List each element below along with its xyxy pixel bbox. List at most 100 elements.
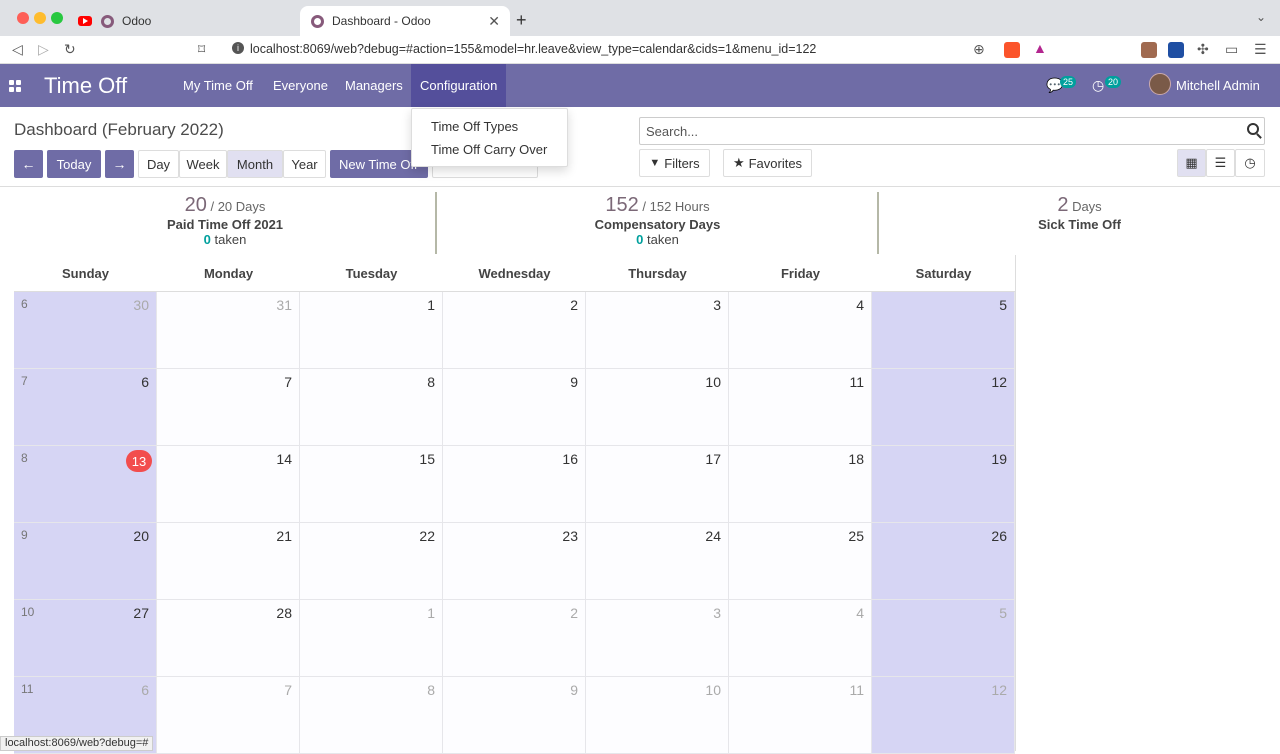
- search-input[interactable]: Search...: [639, 117, 1265, 145]
- calendar-day-cell[interactable]: 10 27: [14, 600, 157, 677]
- calendar-day-cell[interactable]: 26: [872, 523, 1015, 600]
- extension-avatar-icon[interactable]: [1141, 42, 1157, 58]
- wallet-icon[interactable]: ▭: [1225, 41, 1238, 58]
- menu-configuration[interactable]: Configuration: [411, 64, 507, 107]
- calendar-day-cell[interactable]: 5: [872, 600, 1015, 677]
- calendar-day-cell[interactable]: 14: [157, 446, 300, 523]
- calendar-day-cell[interactable]: 8: [300, 677, 443, 754]
- calendar-day-cell[interactable]: 9: [443, 677, 586, 754]
- configuration-dropdown: Time Off Types Time Off Carry Over: [411, 108, 568, 167]
- extension-blue-icon[interactable]: [1168, 42, 1184, 58]
- calendar-day-cell[interactable]: 21: [157, 523, 300, 600]
- view-year-button[interactable]: Year: [283, 150, 326, 178]
- calendar-day-cell[interactable]: 1: [300, 600, 443, 677]
- zoom-icon[interactable]: ⊕: [973, 41, 985, 58]
- calendar-day-cell[interactable]: 4: [729, 600, 872, 677]
- url-input[interactable]: localhost:8069/web?debug=#action=155&mod…: [250, 42, 816, 56]
- calendar-day-cell[interactable]: 5: [872, 292, 1015, 369]
- calendar-day-cell[interactable]: 9 20: [14, 523, 157, 600]
- calendar-day-cell[interactable]: 18: [729, 446, 872, 523]
- forward-icon[interactable]: ▷: [38, 41, 49, 58]
- next-button[interactable]: →: [105, 150, 134, 178]
- calendar-day-cell[interactable]: 7: [157, 677, 300, 754]
- calendar-day-cell[interactable]: 3: [586, 292, 729, 369]
- minimize-window-button[interactable]: [34, 12, 46, 24]
- calendar-day-cell[interactable]: 12: [872, 369, 1015, 446]
- extensions-puzzle-icon[interactable]: ✣: [1197, 41, 1209, 58]
- calendar-day-cell[interactable]: 2: [443, 292, 586, 369]
- filters-button[interactable]: ▼ Filters: [639, 149, 710, 177]
- browser-tab-dashboard[interactable]: Dashboard - Odoo ✕: [300, 6, 510, 36]
- browser-menu-icon[interactable]: ☰: [1254, 41, 1267, 58]
- calendar-day-cell[interactable]: 4: [729, 292, 872, 369]
- calendar-day-cell[interactable]: 1: [300, 292, 443, 369]
- calendar-day-cell[interactable]: 11: [729, 677, 872, 754]
- bookmark-icon[interactable]: ⌑: [198, 41, 205, 58]
- calendar-view-button[interactable]: ▦: [1177, 149, 1206, 177]
- view-week-button[interactable]: Week: [179, 150, 227, 178]
- dropdown-item-carry-over[interactable]: Time Off Carry Over: [431, 142, 547, 157]
- calendar-day-cell[interactable]: 17: [586, 446, 729, 523]
- user-menu[interactable]: Mitchell Admin: [1176, 78, 1260, 93]
- calendar-day-cell[interactable]: 8: [300, 369, 443, 446]
- activity-view-button[interactable]: ◷: [1235, 149, 1265, 177]
- search-icon[interactable]: [1247, 123, 1259, 135]
- calendar-day-cell[interactable]: 23: [443, 523, 586, 600]
- reload-icon[interactable]: ↻: [64, 41, 76, 58]
- menu-my-time-off[interactable]: My Time Off: [174, 64, 262, 107]
- calendar-day-cell[interactable]: 12: [872, 677, 1015, 754]
- day-number: 23: [562, 528, 578, 544]
- calendar-day-cell[interactable]: 19: [872, 446, 1015, 523]
- calendar-day-cell[interactable]: 7: [157, 369, 300, 446]
- day-number: 1: [427, 605, 435, 621]
- calendar-day-cell[interactable]: 6 30: [14, 292, 157, 369]
- calendar-day-cell[interactable]: 31: [157, 292, 300, 369]
- favorites-button[interactable]: ★ Favorites: [723, 149, 812, 177]
- site-info-icon[interactable]: i: [232, 42, 244, 54]
- tab-list-icon[interactable]: ⌄: [1256, 10, 1266, 24]
- summary-paid-time-off[interactable]: 20 / 20 Days Paid Time Off 2021 0 taken: [14, 194, 436, 247]
- calendar-day-cell[interactable]: 76: [14, 369, 157, 446]
- browser-tab-odoo[interactable]: Odoo: [78, 6, 300, 36]
- back-icon[interactable]: ◁: [12, 41, 23, 58]
- arrow-right-icon: →: [112, 156, 127, 172]
- avatar[interactable]: [1149, 73, 1171, 95]
- calendar-day-cell[interactable]: 15: [300, 446, 443, 523]
- menu-managers[interactable]: Managers: [336, 64, 412, 107]
- calendar-day-cell[interactable]: 2: [443, 600, 586, 677]
- summary-compensatory[interactable]: 152 / 152 Hours Compensatory Days 0 take…: [437, 194, 878, 247]
- today-button[interactable]: Today: [47, 150, 101, 178]
- view-month-button[interactable]: Month: [227, 150, 283, 178]
- calendar-day-cell[interactable]: 9: [443, 369, 586, 446]
- maximize-window-button[interactable]: [51, 12, 63, 24]
- calendar-day-cell[interactable]: 10: [586, 369, 729, 446]
- calendar-day-cell[interactable]: 16: [443, 446, 586, 523]
- tab-title: Odoo: [122, 14, 152, 28]
- weekday-header: Monday: [203, 266, 254, 281]
- activities-icon[interactable]: ◷: [1092, 77, 1104, 94]
- calendar-day-cell[interactable]: 3: [586, 600, 729, 677]
- view-day-button[interactable]: Day: [138, 150, 179, 178]
- day-number: 7: [284, 682, 292, 698]
- list-view-button[interactable]: ☰: [1206, 149, 1235, 177]
- app-brand[interactable]: Time Off: [44, 73, 127, 99]
- calendar-icon: ▦: [1185, 155, 1198, 170]
- dropdown-item-time-off-types[interactable]: Time Off Types: [431, 119, 518, 134]
- calendar-day-cell[interactable]: 22: [300, 523, 443, 600]
- day-number: 8: [427, 374, 435, 390]
- calendar-day-cell[interactable]: 10: [586, 677, 729, 754]
- calendar-day-cell[interactable]: 11: [729, 369, 872, 446]
- brave-shield-icon[interactable]: [1004, 42, 1020, 58]
- calendar-day-cell[interactable]: 8 13: [14, 446, 157, 523]
- calendar-day-cell[interactable]: 24: [586, 523, 729, 600]
- previous-button[interactable]: ←: [14, 150, 43, 178]
- menu-everyone[interactable]: Everyone: [264, 64, 337, 107]
- calendar-day-cell[interactable]: 25: [729, 523, 872, 600]
- calendar-day-cell[interactable]: 28: [157, 600, 300, 677]
- close-window-button[interactable]: [17, 12, 29, 24]
- new-tab-icon[interactable]: +: [516, 10, 527, 31]
- brave-rewards-icon[interactable]: ▲: [1033, 40, 1049, 56]
- close-tab-icon[interactable]: ✕: [488, 13, 500, 30]
- summary-sick-time-off[interactable]: 2 Days Sick Time Off: [879, 194, 1280, 232]
- apps-menu-icon[interactable]: [9, 80, 21, 92]
